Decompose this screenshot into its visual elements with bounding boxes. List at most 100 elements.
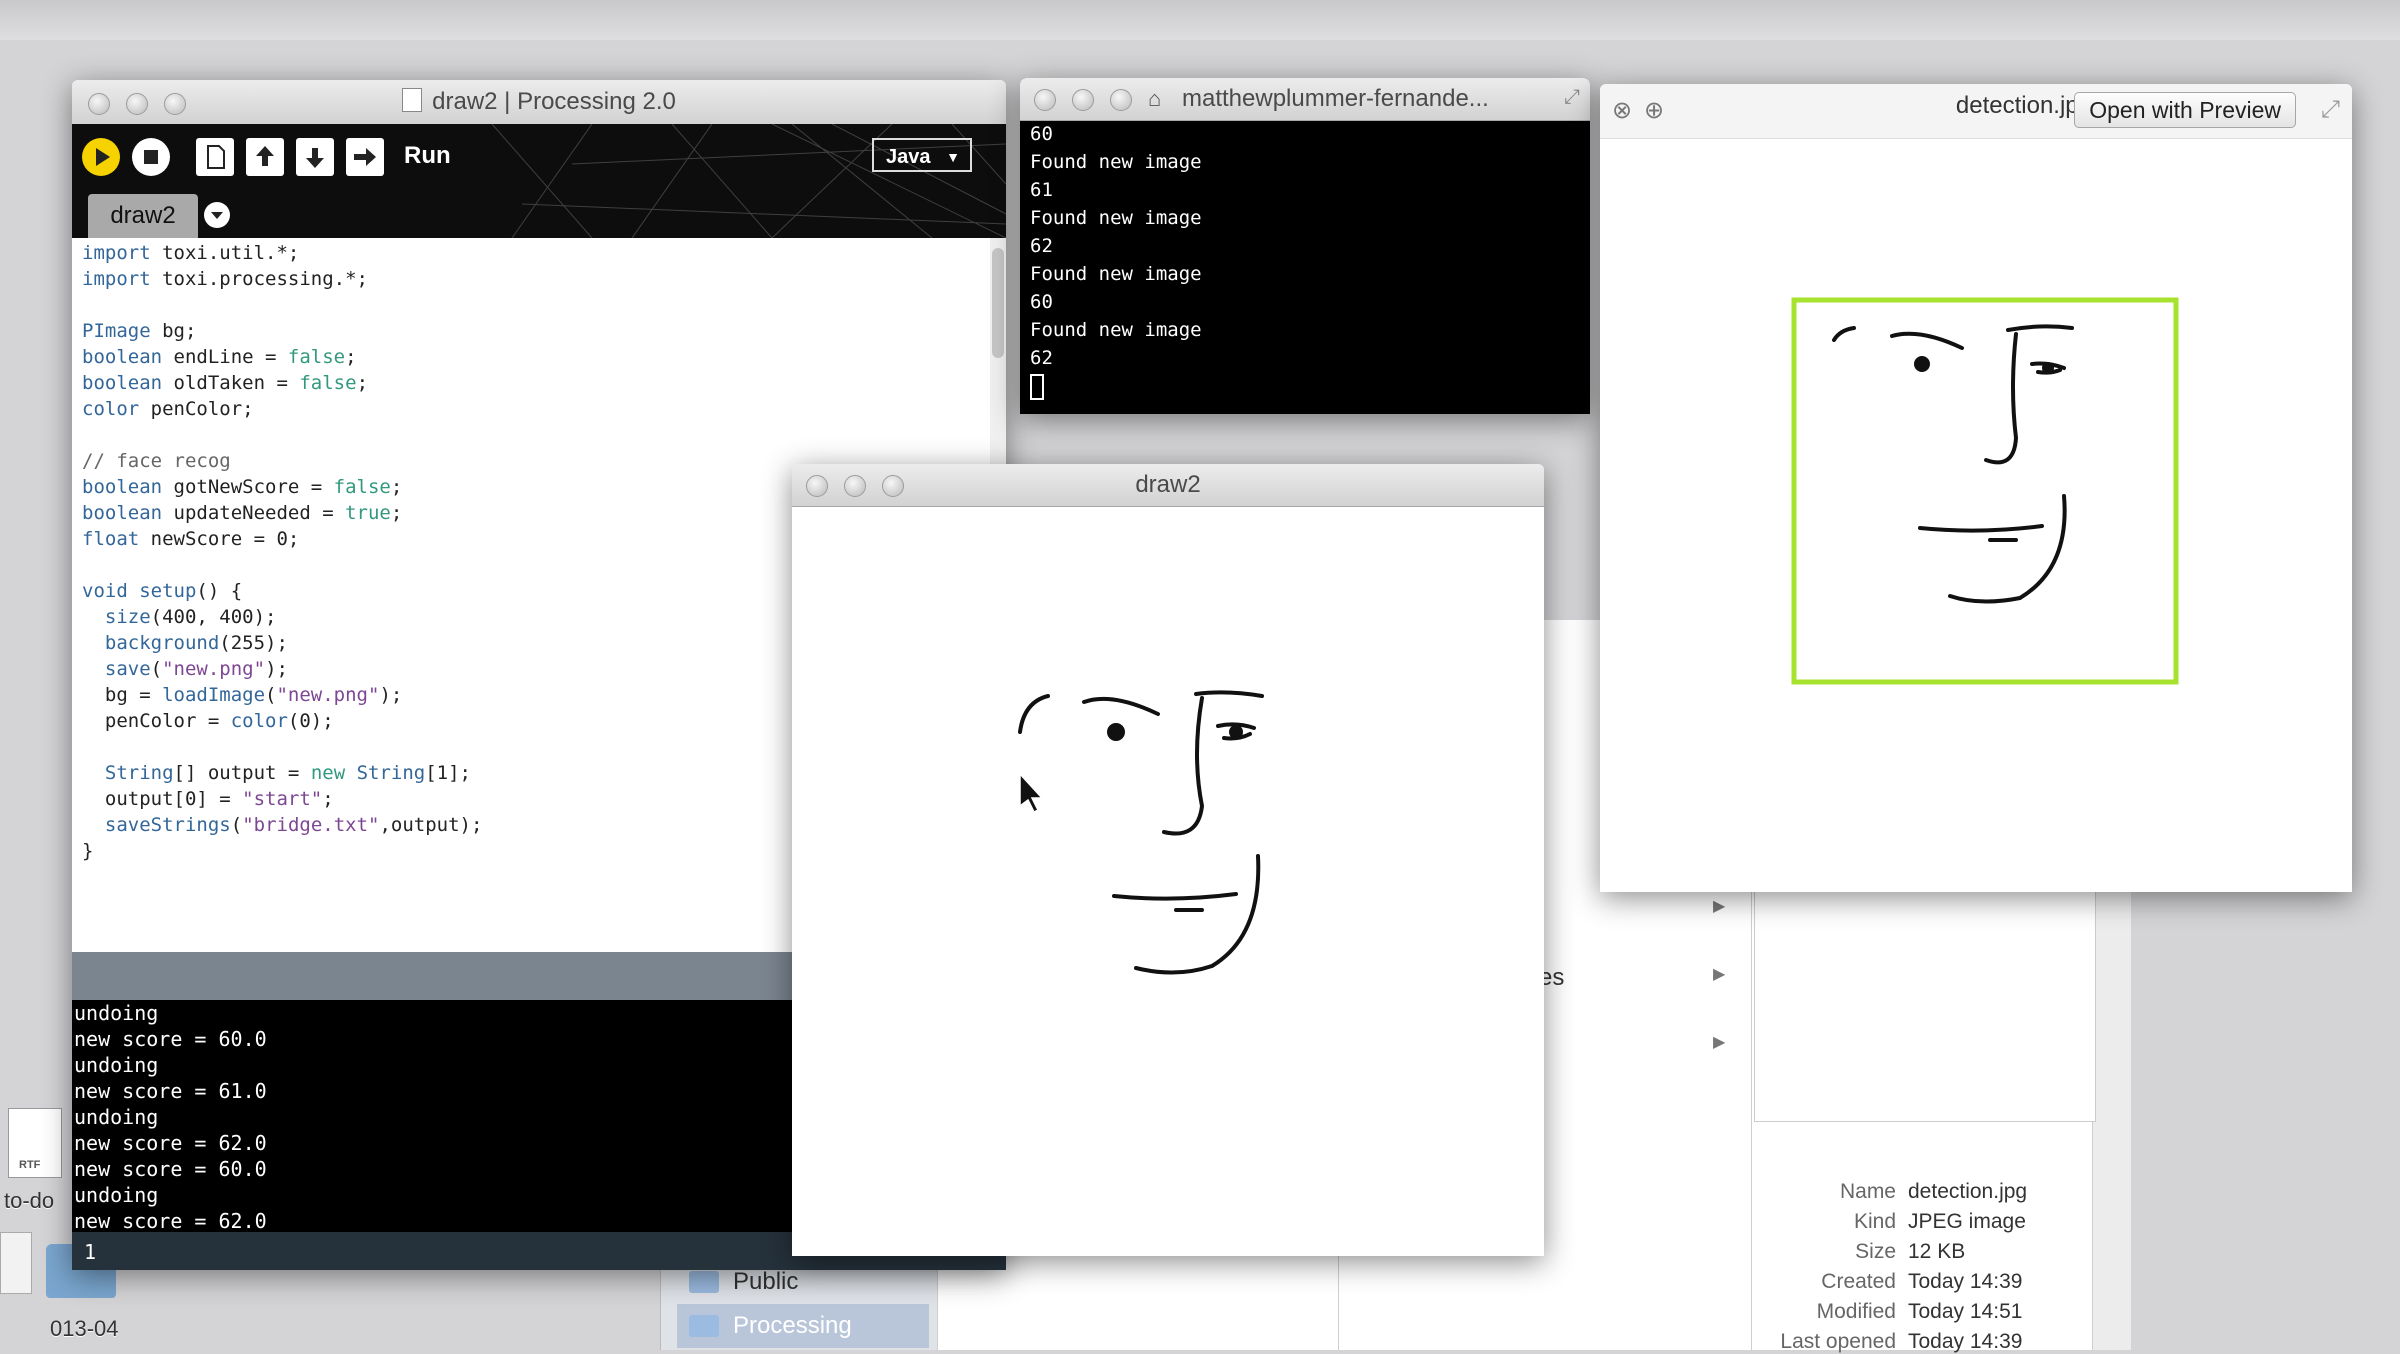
sidebar-item-label: Processing (733, 1312, 852, 1339)
face-drawing (1832, 324, 2074, 604)
document-icon[interactable] (0, 1232, 32, 1294)
open-button[interactable] (246, 138, 284, 176)
export-button[interactable] (346, 138, 384, 176)
close-icon[interactable]: ⊗ (1612, 96, 1632, 125)
code-line: String[] output = new String[1]; (104, 762, 471, 784)
code-line: PImage bg; (82, 320, 197, 342)
disclosure-arrow-icon[interactable]: ▶ (1713, 1032, 1725, 1052)
terminal-cursor (1030, 374, 1044, 400)
sketch-window: draw2 (792, 464, 1544, 1256)
code-line: penColor = color(0); (82, 710, 334, 732)
terminal-line: Found new image (1030, 151, 1202, 173)
terminal-line: 62 (1030, 347, 1053, 369)
close-button[interactable] (1034, 89, 1056, 111)
console-line: undoing (74, 1053, 159, 1077)
console-line: new score = 62.0 (74, 1131, 267, 1155)
code-line: } (82, 840, 94, 862)
run-label: Run (404, 142, 451, 169)
quicklook-window: ⊗ ⊕ detection.jpg Open with Preview ⤢ (1600, 84, 2352, 892)
terminal-titlebar[interactable]: ⌂ matthewplummer-fernande... ⤢ (1020, 78, 1590, 121)
code-text: toxi.util.*; (162, 242, 300, 264)
code-line: import toxi.processing.*; (82, 268, 368, 290)
minimize-button[interactable] (1072, 89, 1094, 111)
fullscreen-plus-icon[interactable]: ⊕ (1644, 96, 1664, 125)
chevron-down-icon (211, 212, 223, 219)
ide-titlebar[interactable]: draw2 | Processing 2.0 (72, 80, 1006, 125)
console-line: new score = 60.0 (74, 1027, 267, 1051)
disclosure-arrow-icon[interactable]: ▶ (1713, 896, 1725, 916)
quicklook-title: detection.jpg (1955, 92, 2092, 119)
code-line: save("new.png"); (104, 658, 288, 680)
console-line: undoing (74, 1183, 159, 1207)
console-line: new score = 61.0 (74, 1079, 267, 1103)
sidebar-item-processing[interactable]: Processing (677, 1304, 929, 1348)
rtf-badge: RTF (19, 1159, 41, 1171)
mouse-cursor-icon (1019, 772, 1044, 814)
face-detection-box (1791, 297, 2179, 685)
console-line: undoing (74, 1001, 159, 1025)
disclosure-arrow-icon[interactable]: ▶ (1713, 964, 1725, 984)
code-line: boolean oldTaken = false; (82, 372, 369, 394)
folder-icon (689, 1315, 719, 1337)
code-line: boolean updateNeeded = true; (82, 502, 403, 524)
run-button[interactable] (82, 138, 120, 176)
terminal-line: Found new image (1030, 319, 1202, 341)
terminal-line: 62 (1030, 235, 1053, 257)
terminal-line: 61 (1030, 179, 1053, 201)
terminal-output[interactable]: 60 Found new image 61 Found new image 62… (1020, 120, 1590, 414)
expand-icon[interactable]: ⤢ (2321, 96, 2340, 124)
code-line: background(255); (104, 632, 288, 654)
sidebar-item-label: Public (733, 1268, 799, 1295)
scrollbar-thumb[interactable] (992, 248, 1004, 358)
code-line: output[0] = "start"; (82, 788, 334, 810)
zoom-button[interactable] (1110, 89, 1132, 111)
document-icon (402, 88, 423, 112)
terminal-line: 60 (1030, 123, 1053, 145)
sketch-titlebar[interactable]: draw2 (792, 464, 1544, 507)
ide-window-title: draw2 | Processing 2.0 (72, 80, 1006, 124)
home-icon: ⌂ (1148, 86, 1162, 111)
play-icon (96, 148, 110, 166)
code-line: boolean gotNewScore = false; (82, 476, 403, 498)
desktop-folder-label[interactable]: 013-04 (50, 1316, 119, 1342)
terminal-line: 60 (1030, 291, 1053, 313)
folder-icon (689, 1271, 719, 1293)
arrow-up-icon (256, 146, 274, 166)
code-line: void setup() { (82, 580, 243, 602)
code-line: saveStrings("bridge.txt",output); (104, 814, 483, 836)
code-line: // face recog (82, 450, 231, 472)
new-button[interactable] (196, 138, 234, 176)
stop-icon (144, 150, 158, 164)
desktop-top-bar (0, 0, 2400, 40)
arrow-down-icon (306, 148, 324, 168)
detection-image (1791, 297, 2179, 685)
quicklook-titlebar[interactable]: ⊗ ⊕ detection.jpg Open with Preview ⤢ (1600, 84, 2352, 139)
code-line: import toxi.util.*; (82, 242, 300, 264)
code-line: boolean endLine = false; (82, 346, 357, 368)
stop-button[interactable] (132, 138, 170, 176)
console-line: new score = 60.0 (74, 1157, 267, 1181)
code-line: bg = loadImage("new.png"); (82, 684, 403, 706)
console-line: undoing (74, 1105, 159, 1129)
rtf-file-icon[interactable]: RTF (8, 1108, 62, 1178)
drawing-canvas[interactable] (792, 506, 1544, 1256)
ide-toolbar: Run Java ▼ draw2 (72, 124, 1006, 238)
console-line: new score = 62.0 (74, 1209, 267, 1233)
open-with-preview-button[interactable]: Open with Preview (2074, 92, 2296, 128)
terminal-line: Found new image (1030, 207, 1202, 229)
save-button[interactable] (296, 138, 334, 176)
face-drawing (1018, 690, 1264, 975)
line-number: 1 (84, 1240, 97, 1264)
desktop-file-label[interactable]: to-do (4, 1188, 54, 1214)
chevron-down-icon: ▼ (946, 149, 960, 165)
terminal-line: Found new image (1030, 263, 1202, 285)
terminal-window: ⌂ matthewplummer-fernande... ⤢ 60 Found … (1020, 78, 1590, 414)
arrow-right-icon (354, 148, 376, 166)
mode-dropdown[interactable]: Java ▼ (872, 138, 972, 172)
tab-draw2[interactable]: draw2 (88, 194, 198, 238)
new-file-icon (207, 145, 225, 169)
fullscreen-icon[interactable]: ⤢ (1564, 86, 1580, 109)
code-line: color penColor; (82, 398, 254, 420)
code-line: float newScore = 0; (82, 528, 300, 550)
tab-menu-button[interactable] (204, 202, 230, 228)
